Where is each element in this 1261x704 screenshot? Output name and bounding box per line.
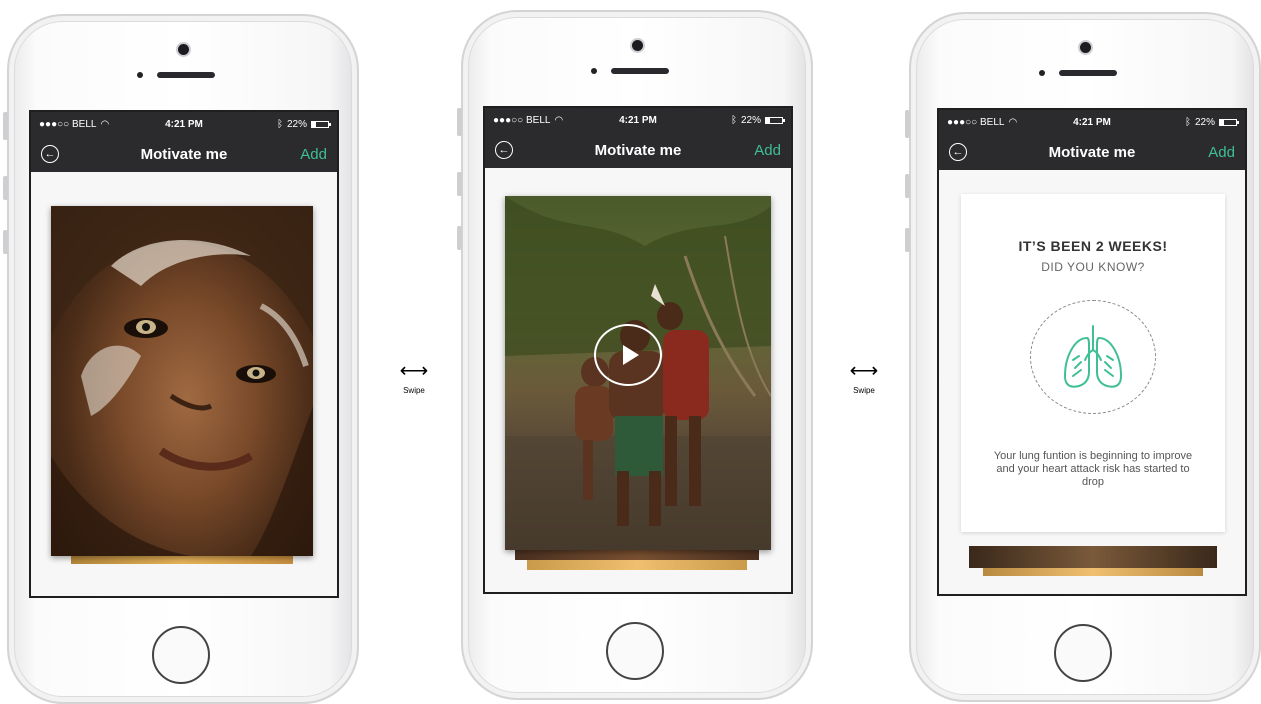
mute-switch <box>905 110 910 138</box>
volume-up-button <box>3 176 8 200</box>
navigation-bar: ← Motivate me Add <box>31 136 337 172</box>
front-camera <box>632 40 643 51</box>
volume-down-button <box>3 230 8 254</box>
bluetooth-icon: ᛒ <box>1184 116 1191 128</box>
nav-title: Motivate me <box>594 141 682 159</box>
volume-down-button <box>905 228 910 252</box>
earpiece-speaker <box>157 72 215 78</box>
volume-up-button <box>457 172 462 196</box>
battery-label: 22% <box>740 114 761 126</box>
front-camera <box>178 44 189 55</box>
status-bar: ●●●○○ BELL ◠ 4:21 PM ᛒ 22% <box>939 110 1245 134</box>
nav-title: Motivate me <box>1048 143 1136 161</box>
add-button[interactable]: Add <box>1208 144 1235 161</box>
play-button[interactable] <box>594 324 662 386</box>
carrier-label: ●●●○○ BELL <box>493 114 551 126</box>
lungs-icon-ring <box>1030 300 1156 414</box>
navigation-bar: ← Motivate me Add <box>485 132 791 168</box>
photo-card[interactable] <box>51 206 313 556</box>
video-card[interactable] <box>505 196 771 550</box>
swipe-label: Swipe <box>853 386 875 395</box>
screen: ●●●○○ BELL ◠ 4:21 PM ᛒ 22% ← Motivate me A… <box>937 108 1247 596</box>
swipe-indicator-1: ⟷ Swipe <box>389 360 439 395</box>
swipe-label: Swipe <box>403 386 425 395</box>
mute-switch <box>3 112 8 140</box>
back-arrow-icon[interactable]: ← <box>41 145 59 163</box>
swipe-indicator-2: ⟷ Swipe <box>839 360 889 395</box>
status-bar: ●●●○○ BELL ◠ 4:21 PM ᛒ 22% <box>485 108 791 132</box>
sensor <box>1039 70 1045 76</box>
home-button[interactable] <box>606 622 664 680</box>
wifi-icon: ◠ <box>100 118 110 130</box>
screen: ●●●○○ BELL ◠ 4:21 PM ᛒ 22% ← Motivate me A… <box>483 106 793 594</box>
phone-3: ●●●○○ BELL ◠ 4:21 PM ᛒ 22% ← Motivate me A… <box>905 12 1261 702</box>
navigation-bar: ← Motivate me Add <box>939 134 1245 170</box>
play-icon <box>622 345 639 365</box>
double-arrow-icon: ⟷ <box>849 360 879 382</box>
battery-icon <box>311 120 331 128</box>
phone-2: ●●●○○ BELL ◠ 4:21 PM ᛒ 22% ← Motivate me A… <box>457 10 813 700</box>
lungs-icon <box>1064 325 1122 388</box>
card-stack-middle <box>969 546 1217 568</box>
screen: ●●●○○ BELL ◠ 4:21 PM ᛒ 22% ← Motivate me A… <box>29 110 339 598</box>
info-card[interactable]: IT’S BEEN 2 WEEKS! DID YOU KNOW? Your lu… <box>961 194 1225 532</box>
mute-switch <box>457 108 462 136</box>
battery-label: 22% <box>1194 116 1215 128</box>
double-arrow-icon: ⟷ <box>399 360 429 382</box>
status-bar: ●●●○○ BELL ◠ 4:21 PM ᛒ 22% <box>31 112 337 136</box>
battery-label: 22% <box>286 118 307 130</box>
info-heading: IT’S BEEN 2 WEEKS! <box>1018 238 1168 254</box>
add-button[interactable]: Add <box>300 146 327 163</box>
info-body-text: Your lung funtion is beginning to improv… <box>993 450 1193 488</box>
home-button[interactable] <box>152 626 210 684</box>
nav-title: Motivate me <box>140 145 228 163</box>
sensor <box>591 68 597 74</box>
volume-down-button <box>457 226 462 250</box>
bluetooth-icon: ᛒ <box>730 114 737 126</box>
sensor <box>137 72 143 78</box>
carrier-label: ●●●○○ BELL <box>39 118 97 130</box>
earpiece-speaker <box>1059 70 1117 76</box>
back-arrow-icon[interactable]: ← <box>495 141 513 159</box>
battery-icon <box>1219 118 1239 126</box>
bluetooth-icon: ᛒ <box>276 118 283 130</box>
info-subheading: DID YOU KNOW? <box>1041 260 1145 274</box>
child-portrait-image <box>51 206 313 556</box>
battery-icon <box>765 116 785 124</box>
home-button[interactable] <box>1054 624 1112 682</box>
front-camera <box>1080 42 1091 53</box>
wifi-icon: ◠ <box>1008 116 1018 128</box>
carrier-label: ●●●○○ BELL <box>947 116 1005 128</box>
add-button[interactable]: Add <box>754 142 781 159</box>
back-arrow-icon[interactable]: ← <box>949 143 967 161</box>
wifi-icon: ◠ <box>554 114 564 126</box>
phone-1: ●●●○○ BELL ◠ 4:21 PM ᛒ 22% ← Motivate me A… <box>3 14 359 704</box>
earpiece-speaker <box>611 68 669 74</box>
volume-up-button <box>905 174 910 198</box>
